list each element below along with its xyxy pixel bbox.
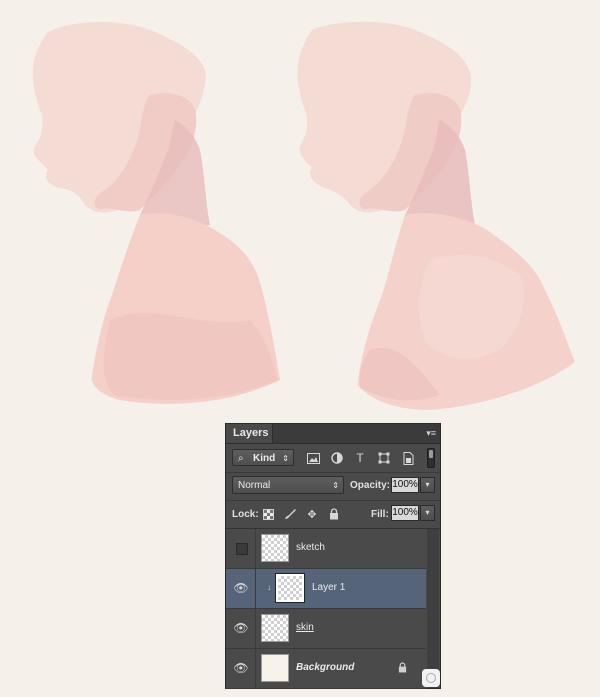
blend-row: Normal ⇕ Opacity: 100% ▾ xyxy=(226,472,440,501)
visibility-toggle-off[interactable] xyxy=(236,543,248,555)
divider xyxy=(255,609,256,648)
filter-row: ⌕ Kind ⇕ T xyxy=(226,444,440,473)
lock-image-pixels-icon[interactable] xyxy=(283,507,297,521)
blend-mode-select[interactable]: Normal ⇕ xyxy=(232,476,344,494)
lock-row: Lock: ✥ Fill: 100% ▾ xyxy=(226,500,440,529)
clipping-mask-arrow-icon: ↓ xyxy=(267,582,272,592)
layer-row-skin[interactable]: 👁 skin xyxy=(226,609,426,649)
canvas-artwork xyxy=(32,21,575,410)
lock-position-icon[interactable]: ✥ xyxy=(305,507,319,521)
layer-name[interactable]: Background xyxy=(296,662,354,673)
layer-row-layer-1[interactable]: 👁 ↓ Layer 1 xyxy=(226,569,426,609)
resize-handle-icon[interactable] xyxy=(422,669,440,687)
opacity-dropdown-button[interactable]: ▾ xyxy=(420,477,435,493)
opacity-field[interactable]: 100% xyxy=(391,477,419,493)
kind-filter-select[interactable]: ⌕ Kind ⇕ xyxy=(232,449,294,466)
type-filter-icon[interactable]: T xyxy=(352,450,368,466)
pixel-filter-icon[interactable] xyxy=(305,450,321,466)
panel-menu-icon[interactable]: ▾≡ xyxy=(426,428,436,438)
figure-right xyxy=(297,21,575,410)
fill-field[interactable]: 100% xyxy=(391,505,419,521)
fill-dropdown-button[interactable]: ▾ xyxy=(420,505,435,521)
layers-scrollbar[interactable] xyxy=(427,529,439,688)
divider xyxy=(255,569,256,608)
figure-left xyxy=(32,21,280,404)
lock-label: Lock: xyxy=(232,509,259,520)
lock-all-icon[interactable] xyxy=(327,507,341,521)
smart-object-filter-icon[interactable] xyxy=(400,450,416,466)
layer-name[interactable]: skin xyxy=(296,622,314,633)
layer-name[interactable]: Layer 1 xyxy=(312,582,345,593)
blend-mode-value: Normal xyxy=(238,480,271,491)
layer-thumbnail xyxy=(261,614,289,642)
eye-icon[interactable]: 👁 xyxy=(233,581,248,595)
opacity-label: Opacity: xyxy=(350,480,391,491)
layers-panel: Layers ▾≡ ⌕ Kind ⇕ T Normal ⇕ Opacity: 1… xyxy=(225,423,441,689)
divider xyxy=(255,529,256,568)
layer-thumbnail xyxy=(261,534,289,562)
adjustment-filter-icon[interactable] xyxy=(329,450,345,466)
search-icon: ⌕ xyxy=(238,453,244,464)
filter-toggle-switch[interactable] xyxy=(427,448,435,468)
layer-row-sketch[interactable]: sketch xyxy=(226,529,426,569)
layer-thumbnail xyxy=(261,654,289,682)
tab-layers[interactable]: Layers xyxy=(226,424,273,443)
lock-transparent-pixels-icon[interactable] xyxy=(261,507,275,521)
layer-name[interactable]: sketch xyxy=(296,542,325,553)
eye-icon[interactable]: 👁 xyxy=(233,661,248,675)
layers-list: sketch 👁 ↓ Layer 1 👁 skin 👁 Background xyxy=(226,529,426,689)
layer-thumbnail xyxy=(275,573,305,603)
shape-filter-icon[interactable] xyxy=(376,450,392,466)
chevron-updown-icon: ⇕ xyxy=(282,454,289,463)
eye-icon[interactable]: 👁 xyxy=(233,621,248,635)
fill-label: Fill: xyxy=(371,509,389,520)
chevron-updown-icon: ⇕ xyxy=(332,481,339,490)
kind-filter-label: Kind xyxy=(253,453,276,464)
divider xyxy=(255,649,256,688)
panel-tab-bar: Layers ▾≡ xyxy=(226,424,440,444)
layer-row-background[interactable]: 👁 Background xyxy=(226,649,426,689)
lock-icon xyxy=(398,662,407,676)
